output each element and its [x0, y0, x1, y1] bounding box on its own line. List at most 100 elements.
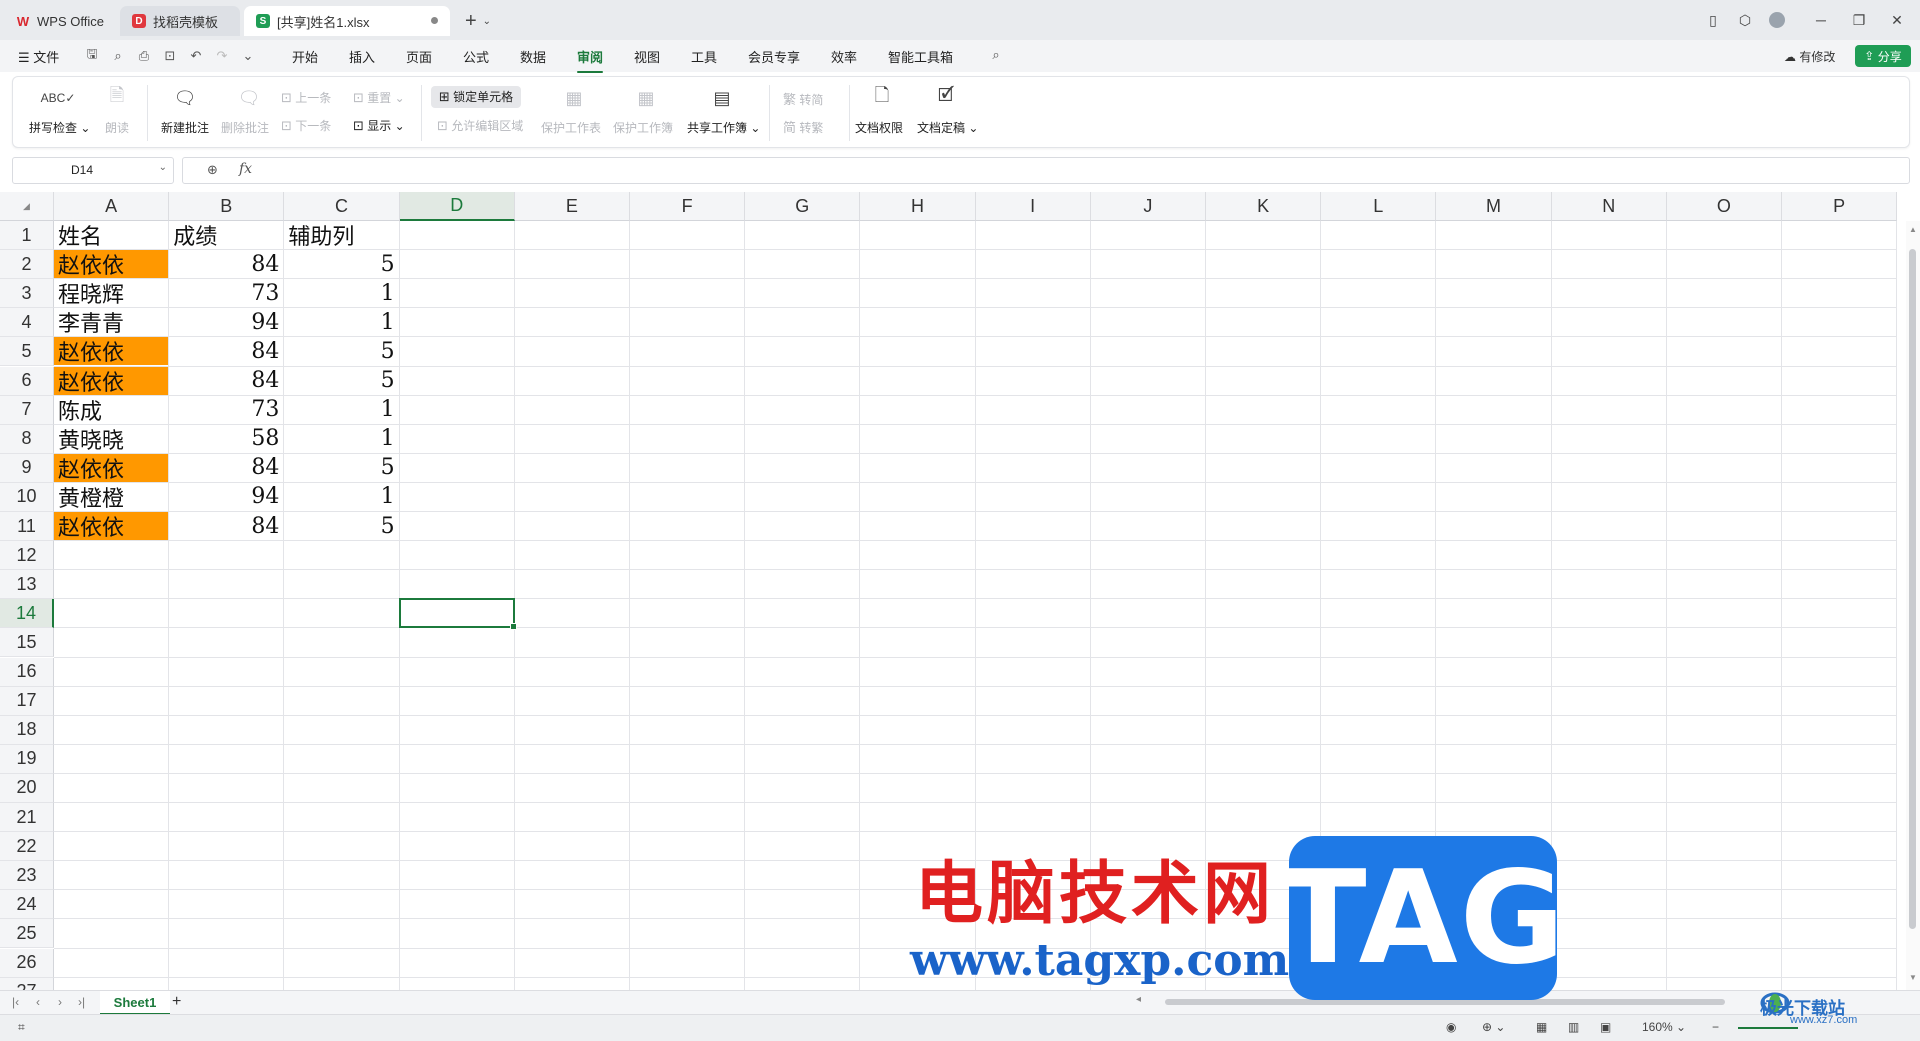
scroll-down-icon[interactable]: ▼ [1909, 973, 1917, 982]
menu-item-tools[interactable]: 工具 [691, 47, 717, 66]
column-header-d[interactable]: D [399, 192, 515, 221]
active-cell-selection[interactable] [398, 598, 517, 631]
row-header-6[interactable]: 6 [0, 366, 54, 396]
row-header-14[interactable]: 14 [0, 599, 54, 629]
score-cell[interactable]: 84 [169, 512, 283, 540]
tab-wps-office[interactable]: W WPS Office [4, 6, 116, 36]
score-cell[interactable]: 84 [169, 250, 283, 278]
chevron-down-icon[interactable]: ⌄ [159, 162, 167, 173]
file-menu[interactable]: ☰ 文件 [18, 47, 59, 66]
row-header-20[interactable]: 20 [0, 773, 54, 803]
menu-item-review[interactable]: 审阅 [577, 47, 604, 73]
locate-icon[interactable]: ⊕ ⌄ [1482, 1020, 1505, 1034]
aux-cell[interactable]: 5 [284, 337, 398, 365]
chevron-down-icon[interactable]: ⌄ [240, 48, 256, 64]
tab-current-file[interactable]: S [共享]姓名1.xlsx [244, 6, 450, 36]
column-header-p[interactable]: P [1782, 192, 1898, 221]
column-header-o[interactable]: O [1666, 192, 1782, 221]
avatar[interactable] [1764, 8, 1790, 32]
column-header-m[interactable]: M [1436, 192, 1552, 221]
search-icon[interactable]: ⌕ [988, 47, 1004, 63]
name-cell[interactable]: 黄橙橙 [54, 483, 168, 512]
aux-cell[interactable]: 5 [284, 454, 398, 482]
restore-icon[interactable]: ❐ [1846, 8, 1872, 32]
aux-cell[interactable]: 1 [284, 308, 398, 336]
share-button[interactable]: ⇪ 分享 [1855, 45, 1911, 67]
score-cell[interactable]: 73 [169, 396, 283, 424]
layout-icon[interactable]: ▯ [1700, 8, 1726, 32]
row-header-16[interactable]: 16 [0, 657, 54, 687]
row-header-7[interactable]: 7 [0, 395, 54, 425]
row-header-2[interactable]: 2 [0, 250, 54, 280]
to-traditional-button[interactable]: 简 转繁 [783, 117, 823, 136]
column-header-i[interactable]: I [975, 192, 1091, 221]
formula-bar[interactable]: ⊕ fx [182, 157, 1910, 184]
allow-edit-range-button[interactable]: ⊡ 允许编辑区域 [437, 117, 523, 134]
row-header-21[interactable]: 21 [0, 803, 54, 833]
document-permission-button[interactable]: 文档权限 [855, 119, 903, 136]
select-all-corner[interactable]: ◢ [0, 192, 54, 221]
menu-item-insert[interactable]: 插入 [349, 47, 375, 66]
fx-icon[interactable]: fx [239, 161, 252, 177]
add-sheet-button[interactable]: + [172, 993, 181, 1011]
column-header-c[interactable]: C [284, 192, 400, 221]
new-comment-button[interactable]: 新建批注 [161, 119, 209, 136]
column-header-n[interactable]: N [1551, 192, 1667, 221]
unsaved-dot-icon[interactable] [431, 17, 438, 24]
scroll-left-icon[interactable]: ◂ [1136, 994, 1141, 1005]
column-header-k[interactable]: K [1206, 192, 1322, 221]
vertical-scrollbar-thumb[interactable] [1909, 249, 1916, 929]
column-header-g[interactable]: G [745, 192, 861, 221]
row-header-1[interactable]: 1 [0, 221, 54, 251]
row-header-18[interactable]: 18 [0, 715, 54, 745]
column-header-l[interactable]: L [1321, 192, 1437, 221]
sheet-tab-sheet1[interactable]: Sheet1 [100, 991, 170, 1015]
column-header-b[interactable]: B [169, 192, 285, 221]
name-box[interactable]: D14 ⌄ [12, 157, 174, 184]
name-cell[interactable]: 程晓辉 [54, 279, 168, 308]
row-header-23[interactable]: 23 [0, 861, 54, 891]
macro-icon[interactable]: ⌗ [18, 1020, 25, 1035]
next-sheet-icon[interactable]: › [58, 995, 62, 1009]
delete-comment-button[interactable]: 删除批注 [221, 119, 269, 136]
score-cell[interactable]: 58 [169, 425, 283, 453]
name-cell[interactable]: 赵依依 [54, 512, 169, 541]
undo-icon[interactable]: ↶ [188, 48, 204, 64]
vertical-scrollbar[interactable]: ▲ ▼ [1906, 221, 1920, 990]
eye-protection-icon[interactable]: ◉ [1446, 1020, 1456, 1034]
score-cell[interactable]: 73 [169, 279, 283, 307]
aux-cell[interactable]: 1 [284, 425, 398, 453]
row-header-17[interactable]: 17 [0, 686, 54, 716]
row-header-24[interactable]: 24 [0, 890, 54, 920]
header-cell[interactable]: 成绩 [169, 221, 283, 250]
row-header-15[interactable]: 15 [0, 628, 54, 658]
close-icon[interactable]: ✕ [1884, 8, 1910, 32]
column-header-j[interactable]: J [1090, 192, 1206, 221]
name-cell[interactable]: 赵依依 [54, 453, 169, 483]
first-sheet-icon[interactable]: |‹ [12, 995, 19, 1009]
scroll-up-icon[interactable]: ▲ [1909, 225, 1917, 234]
column-header-e[interactable]: E [514, 192, 630, 221]
pin-icon[interactable]: ⌕ [110, 48, 126, 64]
name-cell[interactable]: 黄晓晓 [54, 425, 168, 454]
spell-check-button[interactable]: 拼写检查 ⌄ [29, 119, 90, 136]
row-header-5[interactable]: 5 [0, 337, 54, 367]
row-header-13[interactable]: 13 [0, 570, 54, 600]
score-cell[interactable]: 94 [169, 308, 283, 336]
protect-workbook-button[interactable]: 保护工作簿 [613, 119, 673, 136]
to-simplified-button[interactable]: 繁 转简 [783, 89, 823, 108]
document-finalize-button[interactable]: 文档定稿 ⌄ [917, 119, 978, 136]
row-header-12[interactable]: 12 [0, 541, 54, 571]
menu-item-home[interactable]: 开始 [292, 47, 318, 66]
previous-comment-button[interactable]: ⊡ 上一条 [281, 89, 331, 106]
page-layout-view-icon[interactable]: ▣ [1600, 1020, 1611, 1034]
menu-item-member[interactable]: 会员专享 [748, 47, 800, 66]
aux-cell[interactable]: 1 [284, 396, 398, 424]
changes-indicator[interactable]: ☁ 有修改 [1784, 48, 1835, 65]
last-sheet-icon[interactable]: ›| [78, 995, 85, 1009]
row-header-10[interactable]: 10 [0, 482, 54, 512]
share-workbook-button[interactable]: 共享工作簿 ⌄ [687, 119, 760, 136]
score-cell[interactable]: 84 [169, 454, 283, 482]
row-header-9[interactable]: 9 [0, 453, 54, 483]
name-cell[interactable]: 赵依依 [54, 337, 169, 366]
